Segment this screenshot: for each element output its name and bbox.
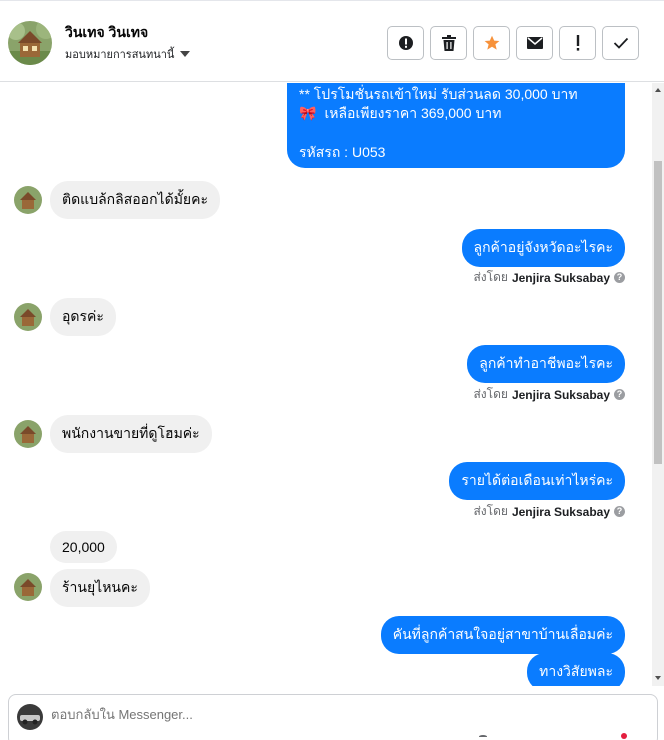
header-actions [387, 26, 639, 60]
contact-avatar[interactable] [8, 21, 52, 65]
exclamation-icon [576, 35, 579, 51]
assign-conversation-dropdown[interactable]: มอบหมายการสนทนานี้ [65, 45, 191, 63]
sent-by-label: ส่งโดย Jenjira Suksabay? [473, 385, 625, 404]
alert-icon [398, 36, 413, 50]
incoming-message: ร้านยุไหนคะ [50, 569, 150, 607]
follow-up-button[interactable] [559, 26, 596, 60]
scroll-down-arrow-icon[interactable] [655, 676, 661, 680]
outgoing-message: ลูกค้าทำอาชีพอะไรคะ [467, 345, 625, 383]
sender-name: Jenjira Suksabay [511, 504, 610, 519]
outgoing-message: ลูกค้าอยู่จังหวัดอะไรคะ [461, 229, 625, 267]
info-icon[interactable]: ? [614, 389, 625, 400]
outgoing-message: รายได้ต่อเดือนเท่าไหร่คะ [449, 462, 625, 500]
contact-avatar-small [14, 303, 42, 331]
star-icon [484, 35, 499, 50]
outgoing-message: ทางวิสัยพละ [527, 653, 625, 686]
delete-button[interactable] [430, 26, 467, 60]
assign-label: มอบหมายการสนทนานี้ [65, 49, 175, 61]
sent-by-label: ส่งโดย Jenjira Suksabay? [473, 502, 625, 521]
emoji-icon[interactable] [479, 735, 487, 738]
message-thread[interactable]: ** โปรโมชั่นรถเข้าใหม่ รับส่วนลด 30,000 … [0, 83, 652, 686]
contact-avatar-small [14, 420, 42, 448]
promo-line-2: 🎀 เหลือเพียงราคา 369,000 บาท [299, 104, 613, 123]
page-avatar [17, 704, 43, 730]
incoming-message: ติดแบล้กลิสออกได้มั้ยคะ [50, 181, 221, 219]
contact-avatar-small [14, 186, 42, 214]
mark-done-button[interactable] [602, 26, 639, 60]
caret-down-icon [180, 51, 191, 57]
sent-by-label: ส่งโดย Jenjira Suksabay? [473, 268, 625, 287]
envelope-icon [526, 37, 543, 49]
trash-icon [441, 35, 456, 51]
contact-avatar-small [14, 573, 42, 601]
promo-line-3: รหัสรถ : U053 [299, 144, 386, 160]
incoming-message: พนักงานขายที่ดูโฮมค่ะ [50, 415, 212, 453]
sent-by-prefix: ส่งโดย [473, 270, 508, 284]
conversation-header: วินเทจ วินเทจ มอบหมายการสนทนานี้ [0, 0, 664, 82]
outgoing-message: คันที่ลูกค้าสนใจอยู่สาขาบ้านเลื่อมค่ะ [380, 616, 625, 654]
reply-composer [8, 694, 658, 740]
promo-line-1: ** โปรโมชั่นรถเข้าใหม่ รับส่วนลด 30,000 … [299, 86, 578, 102]
thread-scrollbar[interactable] [652, 83, 664, 686]
scroll-up-arrow-icon[interactable] [655, 88, 661, 92]
info-icon[interactable]: ? [614, 272, 625, 283]
check-icon [613, 37, 628, 49]
sender-name: Jenjira Suksabay [511, 387, 610, 402]
sender-name: Jenjira Suksabay [511, 270, 610, 285]
scroll-thumb[interactable] [654, 161, 662, 464]
incoming-message: 20,000 [50, 531, 117, 563]
incoming-message: อุดรค่ะ [50, 298, 116, 336]
mark-unread-button[interactable] [516, 26, 553, 60]
sent-by-prefix: ส่งโดย [473, 504, 508, 518]
promo-line-2-text: เหลือเพียงราคา 369,000 บาท [324, 105, 502, 121]
info-icon[interactable]: ? [614, 506, 625, 517]
heart-icon[interactable] [621, 733, 627, 739]
reply-input[interactable] [51, 707, 611, 722]
sent-by-prefix: ส่งโดย [473, 387, 508, 401]
contact-name[interactable]: วินเทจ วินเทจ [65, 22, 148, 44]
promo-message-bubble: ** โปรโมชั่นรถเข้าใหม่ รับส่วนลด 30,000 … [287, 83, 625, 168]
mark-spam-button[interactable] [387, 26, 424, 60]
star-button[interactable] [473, 26, 510, 60]
ribbon-icon: 🎀 [299, 105, 317, 121]
